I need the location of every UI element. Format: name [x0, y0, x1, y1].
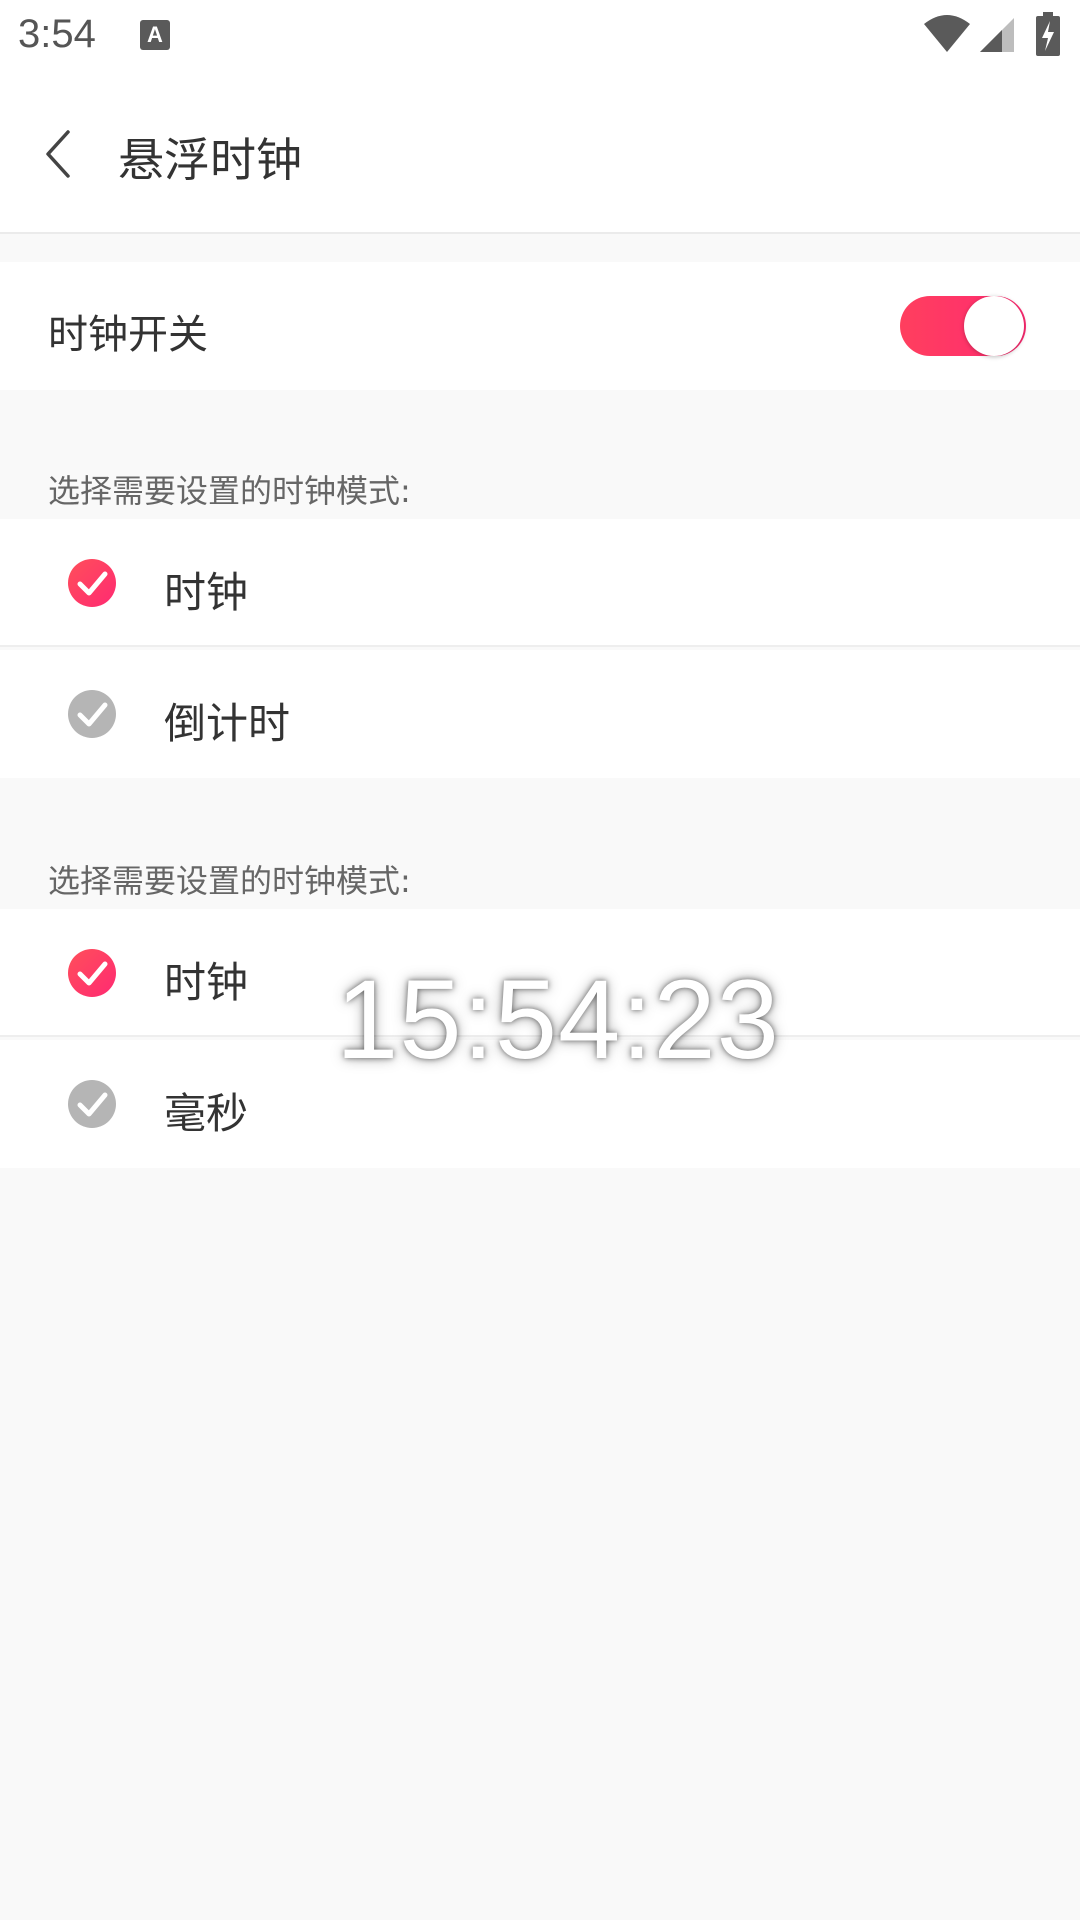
- status-bar: 3:54 A: [0, 0, 1080, 74]
- status-time: 3:54: [18, 12, 96, 56]
- toggle-knob: [964, 296, 1024, 356]
- clock-switch-label: 时钟开关: [48, 312, 208, 358]
- option-clock[interactable]: 时钟: [0, 519, 1080, 647]
- battery-charging-icon: [1036, 12, 1060, 56]
- option-label: 倒计时: [164, 699, 291, 748]
- check-circle-selected-icon: [68, 949, 116, 997]
- back-button[interactable]: [30, 114, 90, 194]
- clock-switch-row: 时钟开关: [0, 262, 1080, 390]
- chevron-left-icon: [46, 130, 70, 178]
- format-section-caption: 选择需要设置的时钟模式:: [48, 862, 411, 900]
- mode-section-caption: 选择需要设置的时钟模式:: [48, 472, 411, 510]
- option-label: 毫秒: [164, 1089, 249, 1138]
- check-circle-unselected-icon: [68, 1080, 116, 1128]
- a-notification-icon: A: [140, 20, 170, 50]
- option-label: 时钟: [164, 958, 249, 1007]
- wifi-icon: [924, 15, 970, 52]
- option-label: 时钟: [164, 568, 249, 617]
- check-circle-unselected-icon: [68, 690, 116, 738]
- floating-clock-overlay[interactable]: 15:54:23: [336, 955, 780, 1084]
- app-header: 悬浮时钟: [0, 74, 1080, 234]
- clock-toggle-switch[interactable]: [900, 296, 1026, 356]
- option-countdown[interactable]: 倒计时: [0, 650, 1080, 778]
- cell-signal-icon: [980, 18, 1014, 52]
- screen: 3:54 A 悬浮时钟 时钟开关 选择需要设置的时钟模式: 时钟 倒计时 选择需…: [0, 0, 1080, 1920]
- page-title: 悬浮时钟: [118, 133, 302, 187]
- check-circle-selected-icon: [68, 559, 116, 607]
